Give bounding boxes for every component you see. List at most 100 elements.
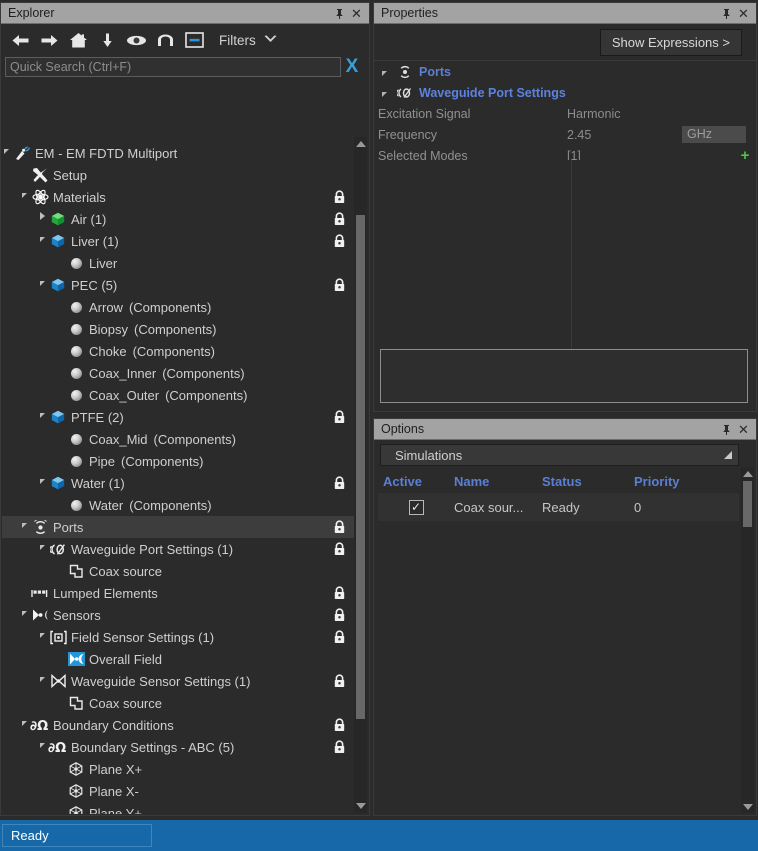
tree-item-sensors[interactable]: Sensors	[2, 604, 354, 626]
explorer-scrollbar[interactable]	[354, 137, 367, 813]
back-arrow-icon[interactable]	[7, 27, 34, 53]
tree-item-boundary-conditions[interactable]: ∂Ω Boundary Conditions	[2, 714, 354, 736]
scrollbar-thumb[interactable]	[743, 481, 752, 527]
expand-arrow-icon[interactable]	[36, 236, 48, 244]
lock-icon[interactable]	[333, 630, 346, 647]
property-value[interactable]: 2.45	[564, 128, 682, 142]
filters-label[interactable]: Filters	[219, 33, 256, 48]
expand-arrow-icon[interactable]	[382, 65, 392, 79]
tree-item-biopsy[interactable]: Biopsy (Components)	[2, 318, 354, 340]
expand-arrow-icon[interactable]	[36, 742, 48, 750]
tree-item-pec-5[interactable]: PEC (5)	[2, 274, 354, 296]
lock-icon[interactable]	[333, 476, 346, 493]
tree-item-plane-y[interactable]: Plane Y+	[2, 802, 354, 814]
scrollbar-thumb[interactable]	[356, 215, 365, 719]
expand-arrow-icon[interactable]	[36, 544, 48, 552]
table-row[interactable]: ✓ Coax sour... Ready 0	[378, 493, 739, 521]
close-icon[interactable]: ✕	[735, 5, 752, 22]
scroll-up-arrow-icon[interactable]	[741, 467, 754, 480]
forward-arrow-icon[interactable]	[36, 27, 63, 53]
down-arrow-icon[interactable]	[94, 27, 121, 53]
collapse-arrow-icon[interactable]	[36, 212, 48, 223]
tree-item-arrow[interactable]: Arrow (Components)	[2, 296, 354, 318]
property-row[interactable]: Frequency 2.45 GHz	[374, 124, 756, 145]
tree-item-lumped-elements[interactable]: Lumped Elements	[2, 582, 354, 604]
pin-icon[interactable]	[718, 5, 735, 22]
options-scrollbar[interactable]	[741, 467, 754, 813]
simulations-section-header[interactable]: Simulations	[380, 444, 739, 466]
scroll-down-arrow-icon[interactable]	[354, 799, 367, 813]
tree-item-liver[interactable]: Liver	[2, 252, 354, 274]
tree-item-coax-source[interactable]: Coax source	[2, 560, 354, 582]
tree-item-coax-outer[interactable]: Coax_Outer (Components)	[2, 384, 354, 406]
column-divider[interactable]	[571, 160, 572, 355]
column-header-active[interactable]: Active	[378, 474, 454, 489]
expand-arrow-icon[interactable]	[2, 148, 12, 156]
lock-icon[interactable]	[333, 212, 346, 229]
tree-item-field-sensor-settings-1[interactable]: Field Sensor Settings (1)	[2, 626, 354, 648]
tree-item-plane-x[interactable]: Plane X-	[2, 780, 354, 802]
search-input[interactable]	[5, 57, 341, 77]
active-checkbox-cell[interactable]: ✓	[378, 499, 454, 515]
expand-arrow-icon[interactable]	[18, 720, 30, 728]
clear-search-button[interactable]: X	[341, 57, 363, 77]
show-expressions-button[interactable]: Show Expressions >	[599, 28, 742, 56]
tree-item-waveguide-port-settings-1[interactable]: Waveguide Port Settings (1)	[2, 538, 354, 560]
close-icon[interactable]: ✕	[348, 5, 365, 22]
tree-item-coax-source[interactable]: Coax source	[2, 692, 354, 714]
pin-icon[interactable]	[331, 5, 348, 22]
lock-icon[interactable]	[333, 674, 346, 691]
chevron-down-icon[interactable]	[264, 35, 277, 45]
lock-icon[interactable]	[333, 740, 346, 757]
property-value[interactable]: Harmonic	[564, 107, 756, 121]
property-grid[interactable]: Ports Waveguide Port Settings Excitation…	[374, 60, 756, 166]
tree-item-ptfe-2[interactable]: PTFE (2)	[2, 406, 354, 428]
scroll-down-arrow-icon[interactable]	[741, 800, 754, 813]
pin-icon[interactable]	[718, 421, 735, 438]
collapse-icon[interactable]	[181, 27, 208, 53]
property-row[interactable]: Excitation Signal Harmonic	[374, 103, 756, 124]
home-icon[interactable]	[65, 27, 92, 53]
tree-item-pipe[interactable]: Pipe (Components)	[2, 450, 354, 472]
lock-icon[interactable]	[333, 278, 346, 295]
lock-icon[interactable]	[333, 234, 346, 251]
expand-arrow-icon[interactable]	[382, 86, 392, 100]
tree-item-water[interactable]: Water (Components)	[2, 494, 354, 516]
expand-arrow-icon[interactable]	[18, 610, 30, 618]
lock-icon[interactable]	[333, 718, 346, 735]
expand-arrow-icon[interactable]	[36, 478, 48, 486]
lock-icon[interactable]	[333, 586, 346, 603]
tree-item-overall-field[interactable]: Overall Field	[2, 648, 354, 670]
eye-icon[interactable]	[123, 27, 150, 53]
expand-arrow-icon[interactable]	[18, 192, 30, 200]
tree-item-coax-mid[interactable]: Coax_Mid (Components)	[2, 428, 354, 450]
lock-icon[interactable]	[333, 190, 346, 207]
checkbox-checked-icon[interactable]: ✓	[408, 499, 424, 515]
expand-arrow-icon[interactable]	[36, 412, 48, 420]
tree-item-water-1[interactable]: Water (1)	[2, 472, 354, 494]
tree-item-materials[interactable]: Materials	[2, 186, 354, 208]
property-group-ports[interactable]: Ports	[374, 61, 756, 82]
property-group-waveguide-port-settings[interactable]: Waveguide Port Settings	[374, 82, 756, 103]
close-icon[interactable]: ✕	[735, 421, 752, 438]
expand-arrow-icon[interactable]	[18, 522, 30, 530]
tree-item-ports[interactable]: Ports	[2, 516, 354, 538]
collapse-triangle-icon[interactable]	[724, 451, 732, 459]
column-header-priority[interactable]: Priority	[634, 474, 739, 489]
explorer-tree[interactable]: EM - EM FDTD Multiport Setup Materials Air …	[2, 80, 354, 814]
lock-icon[interactable]	[333, 410, 346, 427]
lock-icon[interactable]	[333, 542, 346, 559]
lock-icon[interactable]	[333, 520, 346, 537]
column-header-name[interactable]: Name	[454, 474, 542, 489]
tree-item-liver-1[interactable]: Liver (1)	[2, 230, 354, 252]
property-unit[interactable]: GHz	[682, 126, 746, 143]
tree-item-setup[interactable]: Setup	[2, 164, 354, 186]
tree-item-air-1[interactable]: Air (1)	[2, 208, 354, 230]
tree-item-boundary-settings-abc-5[interactable]: ∂Ω Boundary Settings - ABC (5)	[2, 736, 354, 758]
tree-item-choke[interactable]: Choke (Components)	[2, 340, 354, 362]
expand-arrow-icon[interactable]	[36, 676, 48, 684]
tree-item-plane-x[interactable]: Plane X+	[2, 758, 354, 780]
scroll-up-arrow-icon[interactable]	[354, 137, 367, 151]
tree-item-coax-inner[interactable]: Coax_Inner (Components)	[2, 362, 354, 384]
expand-arrow-icon[interactable]	[36, 280, 48, 288]
